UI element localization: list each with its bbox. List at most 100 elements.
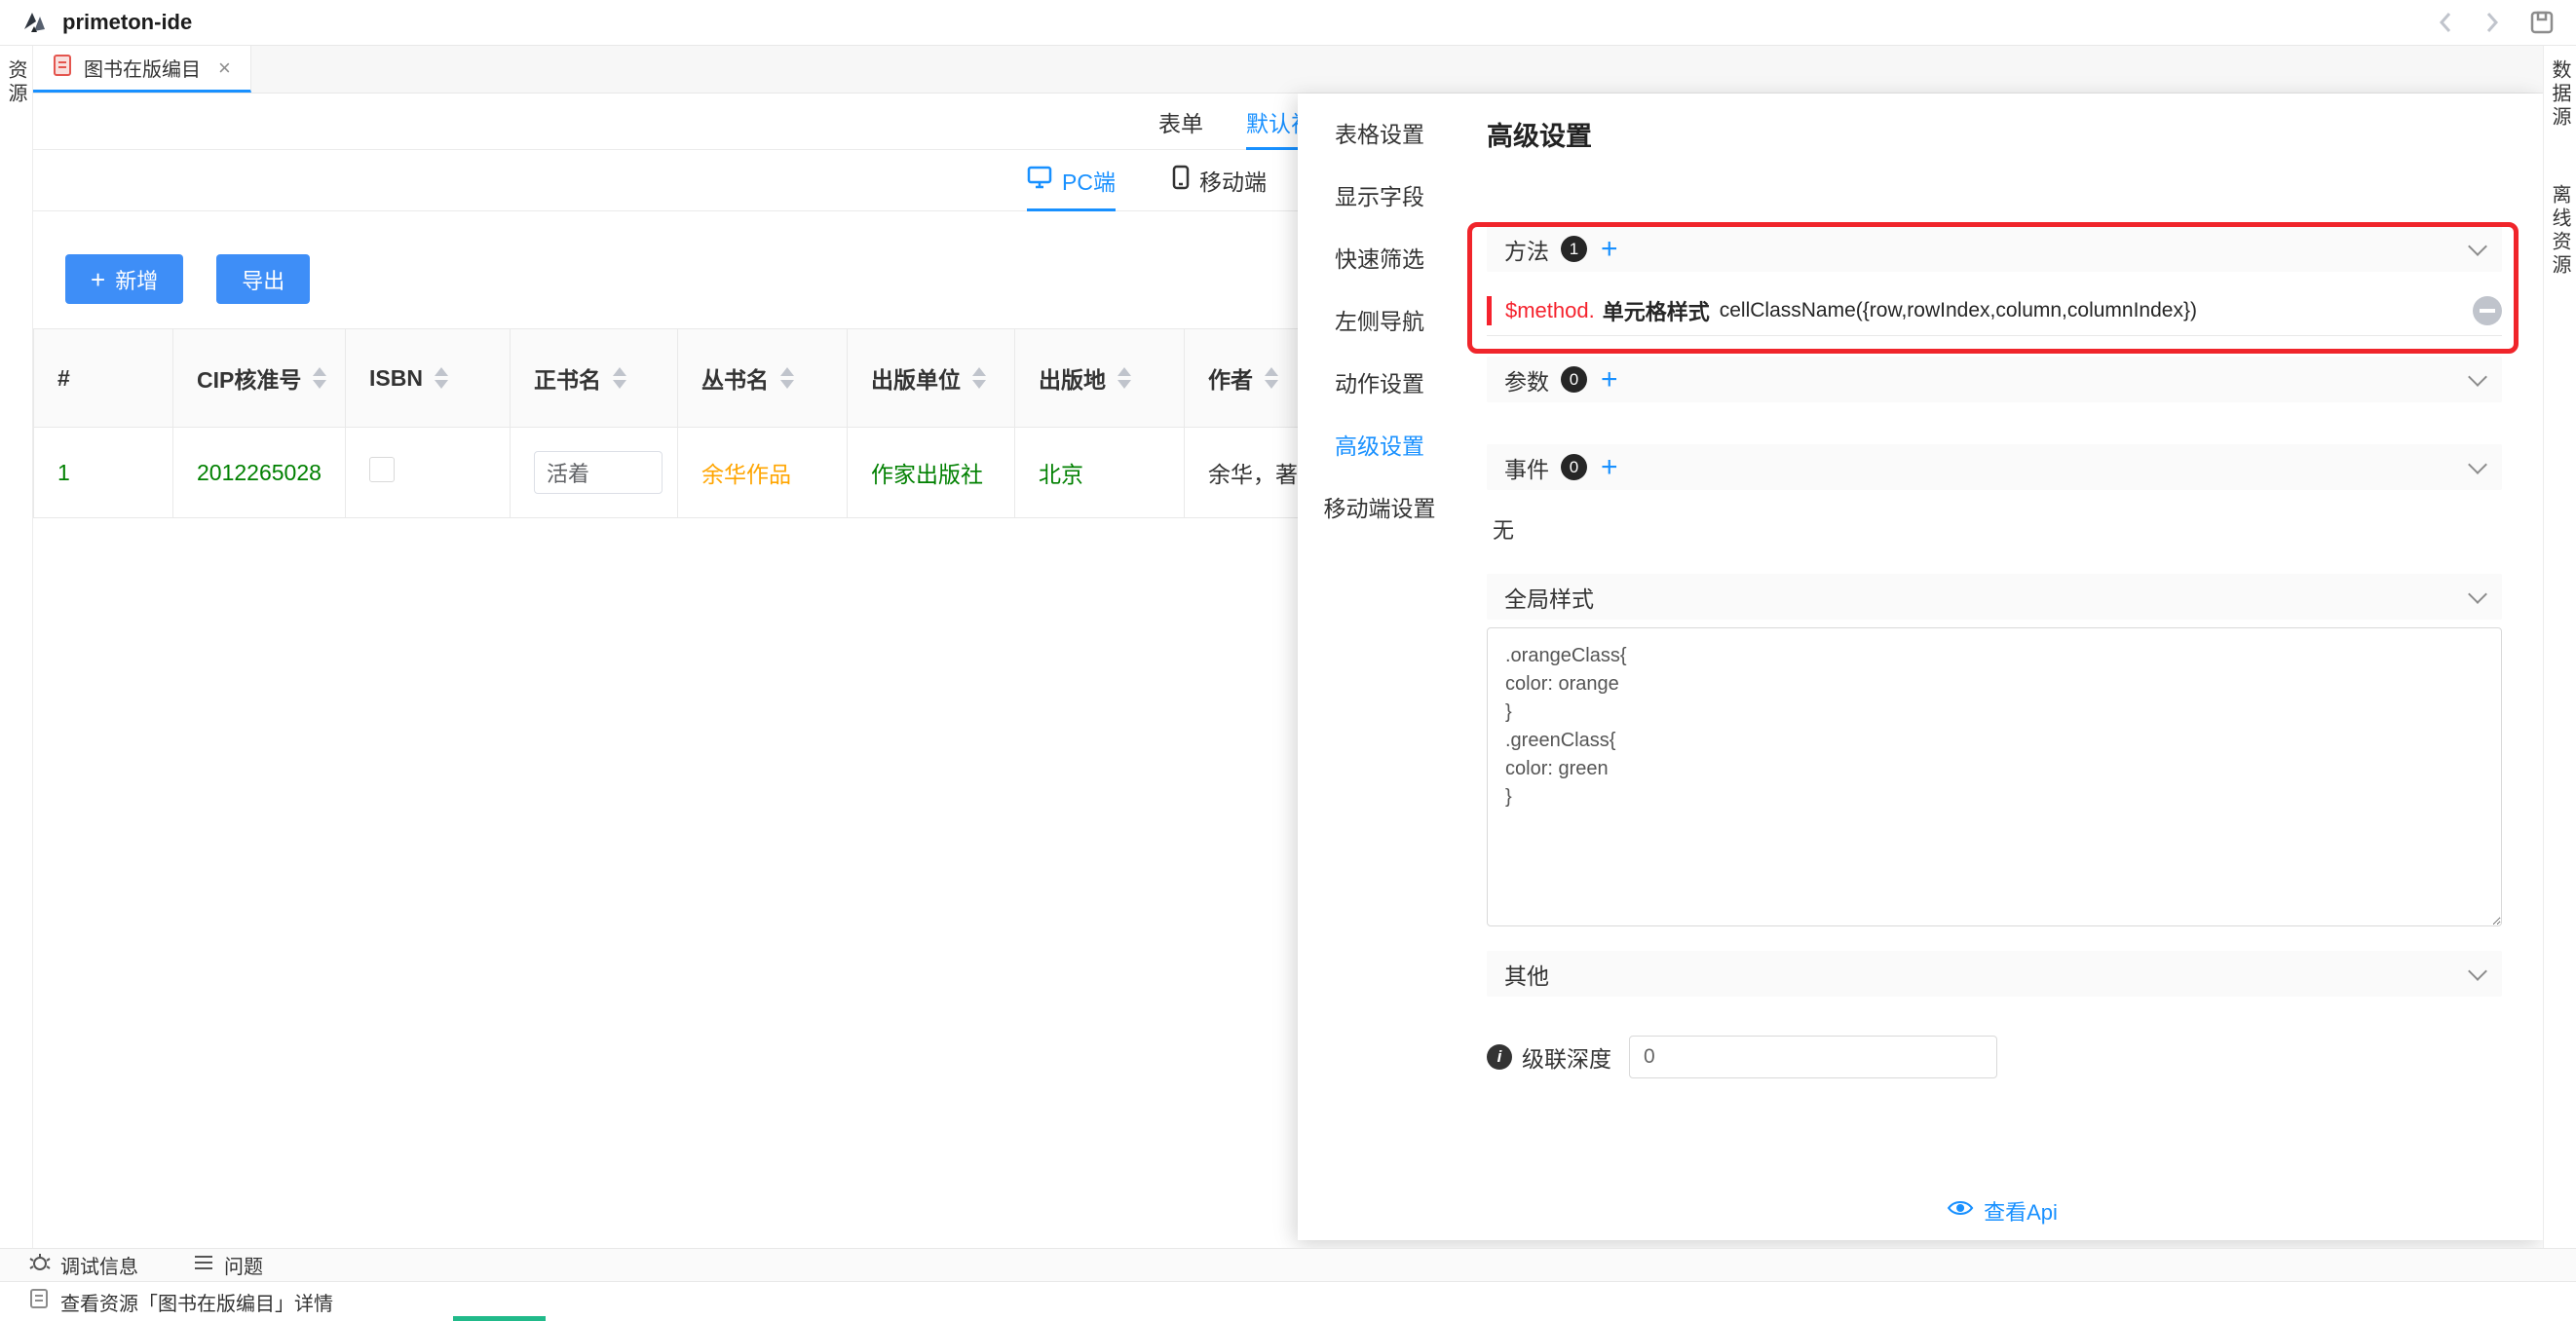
settings-nav: 表格设置 显示字段 快速筛选 左侧导航 动作设置 高级设置 移动端设置 [1298,94,1461,1240]
issues-label: 问题 [224,1251,263,1279]
offline-resources-panel-toggle[interactable]: 离线资源 [2546,184,2574,278]
nav-item-mobile-settings[interactable]: 移动端设置 [1298,475,1461,538]
add-button[interactable]: + 新增 [65,254,183,304]
col-cip[interactable]: CIP核准号 [173,329,346,428]
method-signature: cellClassName({row,rowIndex,column,colum… [1720,299,2197,322]
view-api-label: 查看Api [1984,1195,2058,1227]
nav-item-left-nav[interactable]: 左侧导航 [1298,288,1461,351]
export-button[interactable]: 导出 [216,254,310,304]
col-publisher[interactable]: 出版单位 [848,329,1015,428]
nav-forward-icon[interactable] [2482,10,2502,35]
sort-icon[interactable] [1118,367,1131,389]
section-other: 其他 [1487,951,2502,997]
chevron-down-icon[interactable] [2471,964,2484,984]
sort-icon[interactable] [1265,367,1278,389]
section-params-header[interactable]: 参数 0 + [1487,357,2502,402]
params-label: 参数 [1504,363,1549,396]
table-header-row: # CIP核准号 ISBN 正书名 丛书名 出版单位 出版地 作者 [34,329,1399,428]
section-global-style-header[interactable]: 全局样式 [1487,574,2502,620]
method-accent-bar [1487,296,1492,325]
method-item[interactable]: $method. 单元格样式 cellClassName({row,rowInd… [1487,285,2502,336]
tab-form[interactable]: 表单 [1158,94,1203,149]
chevron-down-icon[interactable] [2471,370,2484,390]
bottom-progress-indicator [453,1316,546,1321]
remove-method-button[interactable] [2473,296,2502,325]
settings-title: 高级设置 [1487,115,2502,148]
cascade-depth-label: 级联深度 [1522,1040,1611,1074]
methods-count-badge: 1 [1561,236,1587,262]
eye-icon [1947,1198,1974,1224]
cell-place: 北京 [1015,428,1185,518]
nav-item-table-settings[interactable]: 表格设置 [1298,101,1461,164]
chevron-down-icon[interactable] [2471,458,2484,477]
tab-pc[interactable]: PC端 [1027,150,1116,210]
other-label: 其他 [1504,958,1549,991]
editor-tab-label: 图书在版编目 [84,54,201,82]
left-side-strip: 资源 [0,46,33,1321]
list-icon [193,1254,214,1277]
view-api-link[interactable]: 查看Api [1947,1195,2058,1227]
sort-icon[interactable] [313,367,326,389]
section-other-header[interactable]: 其他 [1487,951,2502,997]
issues-button[interactable]: 问题 [193,1251,263,1279]
cascade-depth-row: i 级联深度 [1487,1036,2502,1078]
add-event-button[interactable]: + [1601,453,1618,482]
resources-panel-toggle[interactable]: 资源 [2,59,30,106]
sort-icon[interactable] [435,367,448,389]
section-global-style: 全局样式 .orangeClass{ color: orange } .gree… [1487,574,2502,931]
tab-form-label: 表单 [1158,105,1203,138]
phone-icon [1172,165,1190,196]
col-isbn[interactable]: ISBN [346,329,511,428]
add-method-button[interactable]: + [1601,235,1618,264]
section-methods: 方法 1 + $method. 单元格样式 cellClassName({row… [1487,226,2502,336]
nav-item-quick-filter[interactable]: 快速筛选 [1298,226,1461,288]
add-param-button[interactable]: + [1601,365,1618,395]
settings-drawer: 表格设置 显示字段 快速筛选 左侧导航 动作设置 高级设置 移动端设置 高级设置… [1298,94,2543,1240]
global-style-textarea[interactable]: .orangeClass{ color: orange } .greenClas… [1487,627,2502,926]
isbn-checkbox[interactable] [369,457,395,482]
col-title[interactable]: 正书名 [511,329,678,428]
sort-icon[interactable] [972,367,986,389]
editor-tab-book-cip[interactable]: 图书在版编目 × [33,46,251,93]
right-side-strip: 数据源 离线资源 [2543,46,2576,1321]
save-icon[interactable] [2529,10,2555,35]
section-params: 参数 0 + [1487,357,2502,402]
section-events: 事件 0 + 无 [1487,444,2502,545]
tab-mobile-label: 移动端 [1199,164,1267,197]
nav-item-display-fields[interactable]: 显示字段 [1298,164,1461,226]
monitor-icon [1027,166,1052,195]
method-name: 单元格样式 [1603,295,1710,326]
sort-icon[interactable] [613,367,626,389]
titlebar-actions [2436,10,2555,35]
app-title: primeton-ide [62,10,192,35]
col-index: # [34,329,173,428]
chevron-down-icon[interactable] [2471,240,2484,259]
debug-icon [29,1252,51,1279]
col-place[interactable]: 出版地 [1015,329,1185,428]
sort-icon[interactable] [780,367,794,389]
cell-cip: 2012265028 [173,428,346,518]
data-table: # CIP核准号 ISBN 正书名 丛书名 出版单位 出版地 作者 1 2012… [33,328,1399,518]
tab-mobile[interactable]: 移动端 [1172,150,1267,210]
events-count-badge: 0 [1561,454,1587,480]
title-input[interactable] [534,451,663,494]
datasource-panel-toggle[interactable]: 数据源 [2546,59,2574,130]
close-icon[interactable]: × [218,56,231,81]
nav-item-advanced-settings[interactable]: 高级设置 [1298,413,1461,475]
debug-info-button[interactable]: 调试信息 [29,1251,138,1279]
methods-label: 方法 [1504,233,1549,266]
editor-tabbar: 图书在版编目 × [33,46,2543,94]
cell-title [511,428,678,518]
info-icon: i [1487,1044,1512,1070]
global-style-label: 全局样式 [1504,581,1594,614]
plus-icon: + [91,267,105,292]
nav-back-icon[interactable] [2436,10,2455,35]
nav-item-action-settings[interactable]: 动作设置 [1298,351,1461,413]
chevron-down-icon[interactable] [2471,587,2484,607]
section-events-header[interactable]: 事件 0 + [1487,444,2502,490]
col-series[interactable]: 丛书名 [678,329,848,428]
cascade-depth-input[interactable] [1629,1036,1997,1078]
events-label: 事件 [1504,451,1549,484]
cell-series: 余华作品 [678,428,848,518]
section-methods-header[interactable]: 方法 1 + [1487,226,2502,272]
